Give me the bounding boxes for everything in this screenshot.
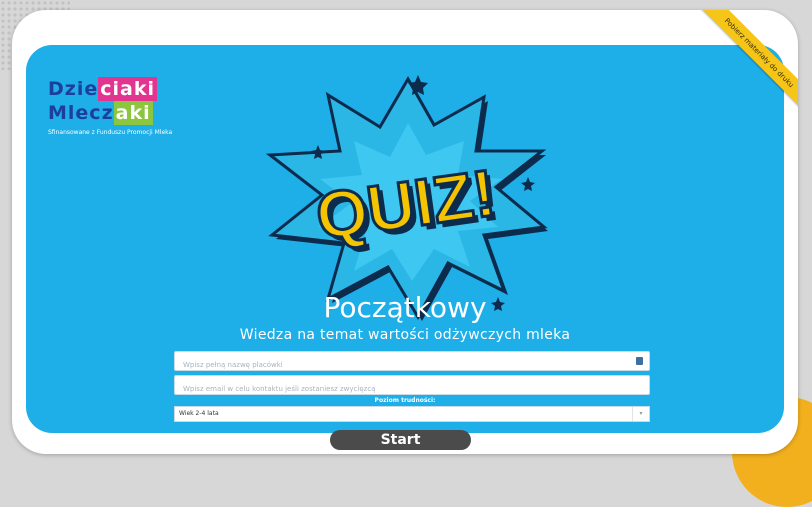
start-button[interactable]: Start bbox=[330, 430, 471, 450]
contact-card-icon bbox=[636, 357, 643, 365]
email-input[interactable] bbox=[175, 380, 649, 398]
email-field-wrapper bbox=[174, 375, 650, 398]
difficulty-label: Poziom trudności: bbox=[374, 397, 436, 404]
brand-logo: Dzie ciaki Mlecz aki Sfinansowane z Fundus… bbox=[48, 77, 172, 136]
logo-line-2: Mlecz aki bbox=[48, 101, 172, 125]
funding-note: Sfinansowane z Funduszu Promocji Mleka bbox=[48, 129, 173, 136]
quiz-level-title: Początkowy bbox=[323, 291, 487, 324]
quiz-subtitle: Wiedza na temat wartości odżywczych mlek… bbox=[239, 327, 571, 343]
ribbon-wrapper: Pobierz materiały do druku bbox=[688, 10, 798, 120]
institution-field-wrapper bbox=[174, 351, 650, 374]
logo-line-1: Dzie ciaki bbox=[48, 77, 172, 101]
difficulty-select[interactable]: Wiek 2-4 lata ▾ bbox=[174, 406, 650, 422]
star-icon bbox=[521, 177, 535, 191]
logo-text-part: Dzie bbox=[48, 78, 99, 100]
quiz-burst-graphic: QUIZ! QUIZ! bbox=[265, 75, 548, 321]
quiz-card: Dzie ciaki Mlecz aki Sfinansowane z Fundus… bbox=[12, 10, 798, 454]
logo-text-part: ciaki bbox=[98, 77, 157, 101]
institution-input[interactable] bbox=[175, 356, 649, 374]
download-materials-ribbon[interactable]: Pobierz materiały do druku bbox=[699, 10, 798, 113]
quiz-panel: Dzie ciaki Mlecz aki Sfinansowane z Fundus… bbox=[26, 45, 784, 433]
logo-text-part: aki bbox=[113, 101, 153, 125]
logo-text-part: Mlecz bbox=[48, 102, 114, 124]
chevron-down-icon[interactable]: ▾ bbox=[632, 407, 649, 421]
difficulty-selected-value: Wiek 2-4 lata bbox=[179, 410, 219, 417]
